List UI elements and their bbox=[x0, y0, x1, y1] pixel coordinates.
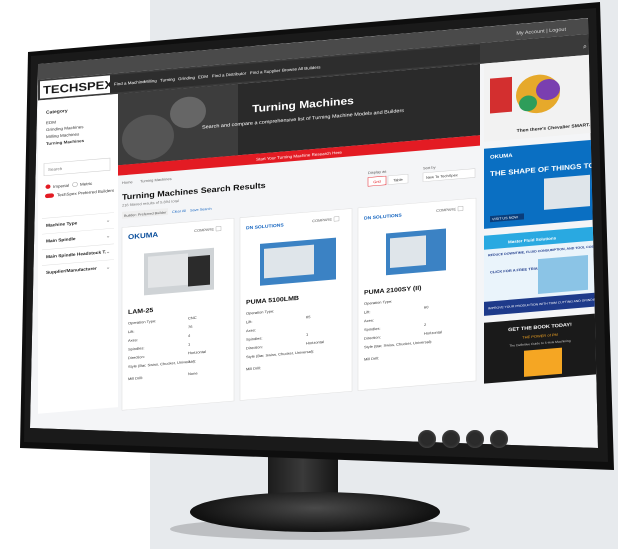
chevron-down-icon[interactable]: ⌄ bbox=[106, 218, 110, 223]
spec-value: 2 bbox=[188, 360, 190, 364]
spec-value: CNC bbox=[188, 316, 197, 320]
compare-checkbox[interactable] bbox=[215, 226, 222, 232]
product-card[interactable]: OKUMA COMPARE LAM-25 Operation Type:CNC … bbox=[121, 218, 235, 411]
spec-label: Lift: bbox=[246, 320, 252, 324]
spec-value: 60 bbox=[424, 305, 428, 309]
spec-label: Lift: bbox=[364, 310, 370, 314]
monitor-button[interactable] bbox=[466, 430, 484, 448]
table-label: Table bbox=[393, 178, 403, 182]
product-card[interactable]: DN SOLUTIONS COMPARE PUMA 2100SY (II) Op… bbox=[357, 197, 477, 391]
spec-value: 1 bbox=[188, 343, 190, 347]
screen: My Account | Logout TECHSPEX Find a Mach… bbox=[30, 18, 598, 448]
grid-label: Grid bbox=[373, 180, 381, 184]
spec-value: 1 bbox=[306, 333, 308, 337]
search-icon[interactable]: ⌕ bbox=[583, 43, 587, 50]
nav-edm[interactable]: EDM bbox=[198, 74, 209, 80]
chevron-down-icon[interactable]: ⌄ bbox=[106, 265, 110, 270]
chevron-down-icon[interactable]: ⌄ bbox=[106, 234, 110, 239]
metric-radio[interactable] bbox=[72, 182, 78, 187]
spec-value: 2 bbox=[424, 323, 426, 327]
spec-value: None bbox=[188, 372, 198, 376]
monitor-controls bbox=[418, 430, 508, 448]
monitor-button[interactable] bbox=[490, 430, 508, 448]
product-card[interactable]: DN SOLUTIONS COMPARE PUMA 5100LMB Operat… bbox=[239, 208, 353, 401]
category-edm[interactable]: EDM bbox=[46, 120, 57, 126]
compare-checkbox[interactable] bbox=[333, 216, 340, 222]
spec-label: Lift: bbox=[128, 330, 134, 334]
spec-value: 76 bbox=[188, 325, 192, 329]
monitor-button[interactable] bbox=[442, 430, 460, 448]
spec-value: 4 bbox=[188, 334, 190, 338]
monitor-button[interactable] bbox=[418, 430, 436, 448]
compare-checkbox[interactable] bbox=[457, 206, 464, 212]
chevron-down-icon[interactable]: ⌄ bbox=[106, 249, 110, 254]
spec-value: 65 bbox=[306, 315, 310, 319]
